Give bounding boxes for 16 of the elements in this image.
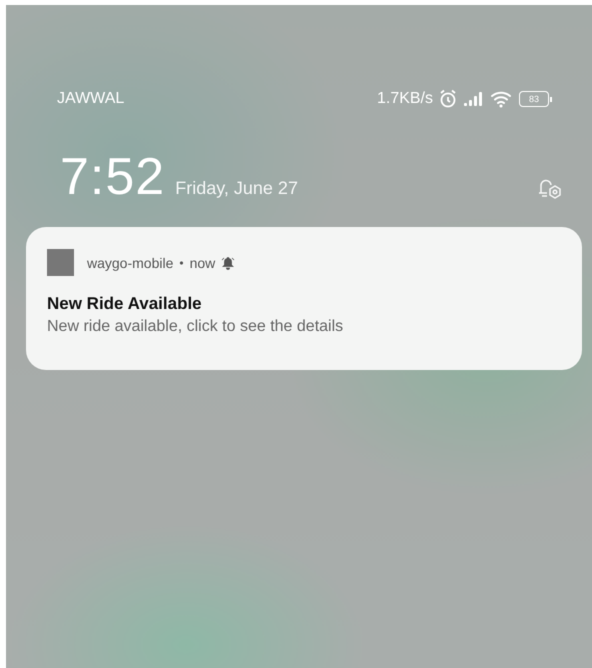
notification-title: New Ride Available [47,294,203,314]
app-icon [47,249,74,276]
bell-icon [221,256,236,270]
wifi-icon [490,90,514,108]
alarm-clock-icon [438,89,458,109]
separator-dot: • [179,256,184,270]
signal-icon [463,91,485,107]
app-name: waygo-mobile [87,254,174,270]
notification-card[interactable]: waygo-mobile • now New Ride Available New ride available, click to see the details [26,227,582,370]
battery-icon: 83 [519,91,552,107]
clock-time: 7:52 [60,151,166,203]
carrier-name: JAWWAL [57,90,124,108]
notification-time: now [190,254,216,270]
date-text: Friday, June 27 [175,178,298,199]
notification-body: New ride available, click to see the details [47,318,344,336]
network-speed: 1.7KB/s [376,90,433,108]
